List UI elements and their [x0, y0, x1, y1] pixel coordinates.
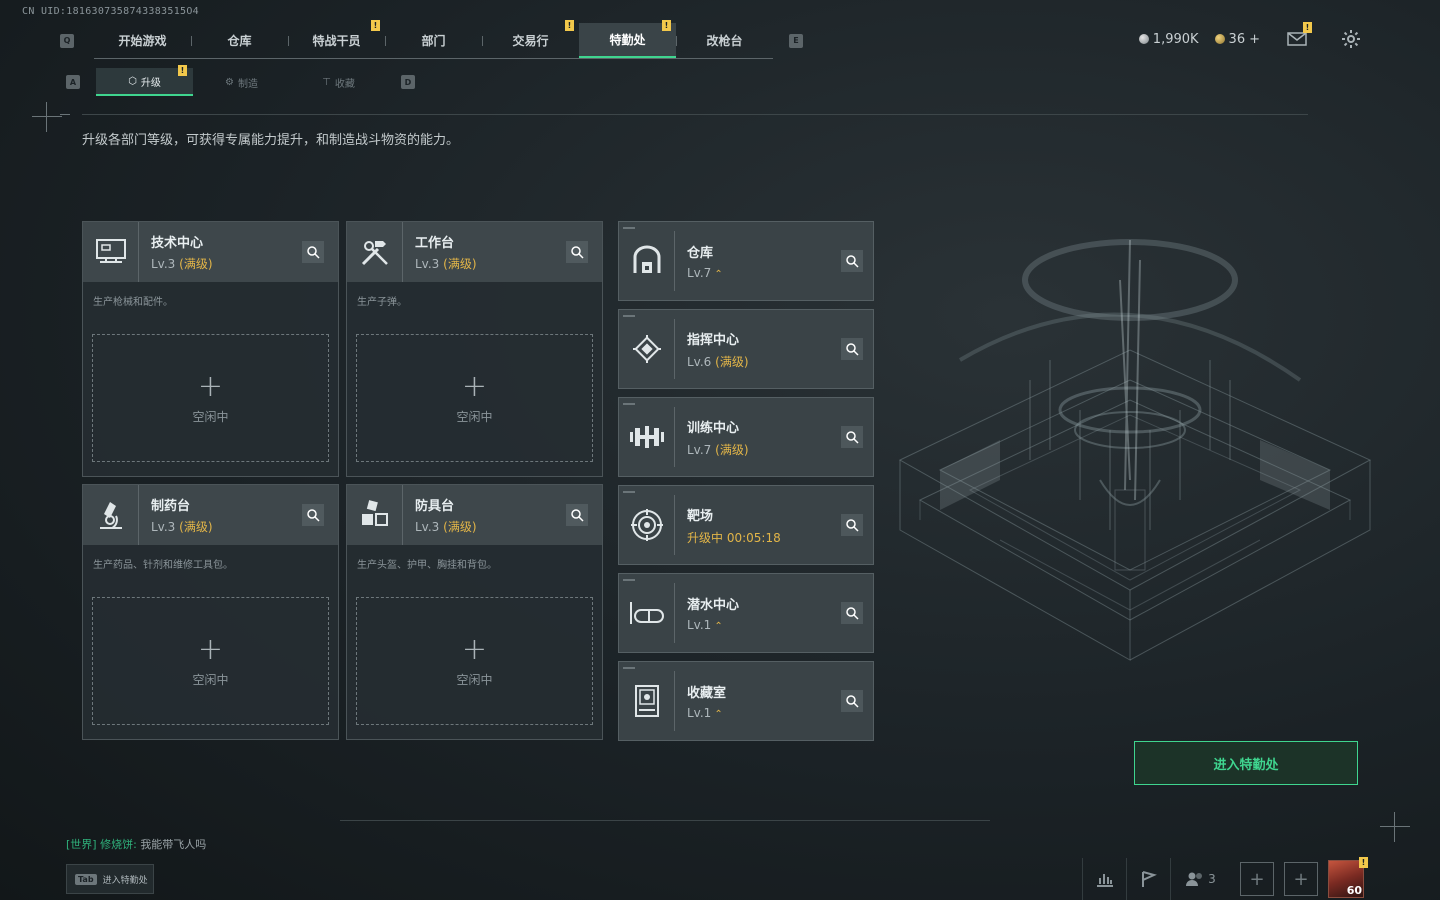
plus-icon: + — [1249, 868, 1265, 890]
empty-slot[interactable]: + 空闲中 — [356, 334, 593, 462]
empty-slot[interactable]: + 空闲中 — [92, 597, 329, 725]
uid-label: CN UID:1816307358743383515O4 — [22, 6, 199, 17]
subnav-prev-key[interactable]: A — [66, 75, 80, 89]
dumbbell-icon — [619, 407, 675, 467]
search-icon[interactable] — [841, 690, 863, 712]
search-icon[interactable] — [841, 338, 863, 360]
search-icon[interactable] — [841, 426, 863, 448]
facility-collection-room[interactable]: 收藏室 Lv.1 ⌃ — [618, 661, 874, 741]
tab-warehouse[interactable]: 仓库 — [191, 23, 288, 58]
microscope-icon — [83, 485, 139, 545]
stats-button[interactable] — [1082, 858, 1126, 900]
subtab-craft[interactable]: ⚙ 制造 — [193, 68, 290, 96]
upgrade-arrow-icon: ⌃ — [714, 621, 723, 632]
diving-icon — [619, 583, 675, 643]
upgrade-icon: ⬡ — [128, 75, 137, 87]
player-avatar[interactable]: ! 60 — [1328, 857, 1368, 898]
plus-icon: + — [197, 368, 224, 404]
nav-next-key[interactable]: E — [789, 33, 803, 48]
empty-slot[interactable]: + 空闲中 — [92, 334, 329, 462]
tab-operators[interactable]: 特战干员! — [288, 19, 385, 58]
flag-icon — [1141, 871, 1157, 887]
subtab-upgrade[interactable]: ⬡ 升级 ! — [96, 65, 193, 96]
friends-button[interactable]: 3 — [1170, 858, 1230, 900]
facility-warehouse[interactable]: 仓库 Lv.7 ⌃ — [618, 221, 874, 301]
gear-icon — [1342, 30, 1360, 48]
sub-nav: A ⬡ 升级 ! ⚙ 制造 ⊤ 收藏 D — [66, 65, 415, 96]
search-icon[interactable] — [841, 250, 863, 272]
facility-command-center[interactable]: 指挥中心 Lv.6 (满级) — [618, 309, 874, 389]
tab-trade[interactable]: 交易行! — [482, 19, 579, 58]
empty-slot[interactable]: + 空闲中 — [356, 597, 593, 725]
base-blueprint-illustration — [898, 239, 1372, 661]
tab-gunsmith[interactable]: 改枪台 — [676, 23, 773, 58]
flag-button[interactable] — [1126, 858, 1170, 900]
bar-chart-icon — [1096, 874, 1113, 887]
command-icon — [619, 319, 675, 379]
tab-special-ops[interactable]: 特勤处! — [579, 19, 676, 58]
search-icon[interactable] — [566, 241, 588, 263]
alert-icon: ! — [178, 65, 187, 76]
add-teammate-button[interactable]: + — [1284, 862, 1318, 896]
search-icon[interactable] — [841, 602, 863, 624]
craft-icon: ⚙ — [225, 76, 234, 88]
card-workbench[interactable]: 工作台 Lv.3 (满级) 生产子弹。 + 空闲中 — [346, 221, 603, 477]
facility-shooting-range[interactable]: 靶场 升级中 00:05:18 — [618, 485, 874, 565]
plus-icon: + — [461, 631, 488, 667]
plus-icon: + — [1293, 868, 1309, 890]
page-description: 升级各部门等级，可获得专属能力提升，和制造战斗物资的能力。 — [82, 133, 460, 148]
computer-icon — [83, 222, 139, 282]
decorative-rule — [340, 820, 990, 824]
collection-icon: ⊤ — [322, 76, 331, 88]
alert-icon: ! — [662, 19, 671, 31]
add-teammate-button[interactable]: + — [1240, 862, 1274, 896]
tab-department[interactable]: 部门 — [385, 23, 482, 58]
card-pharmacy[interactable]: 制药台 Lv.3 (满级) 生产药品、针剂和维修工具包。 + 空闲中 — [82, 484, 339, 740]
world-chat[interactable]: [世界] 修烧饼: 我能带飞人吗 — [66, 836, 206, 852]
alert-icon: ! — [1303, 22, 1312, 33]
mail-button[interactable]: ! — [1286, 22, 1312, 50]
crosshair-decoration — [32, 102, 62, 132]
subnav-next-key[interactable]: D — [401, 75, 415, 89]
plus-icon: + — [197, 631, 224, 667]
search-icon[interactable] — [302, 241, 324, 263]
alert-icon: ! — [1359, 857, 1368, 868]
collection-icon — [619, 671, 675, 731]
alert-icon: ! — [371, 19, 380, 31]
upgrade-arrow-icon: ⌃ — [714, 269, 723, 280]
silver-currency[interactable]: 1,990K — [1138, 32, 1199, 47]
top-right-bar: 1,990K 36 + ! — [1138, 22, 1362, 50]
nav-prev-key[interactable]: Q — [60, 33, 74, 48]
plus-icon: + — [461, 368, 488, 404]
target-icon — [619, 495, 675, 555]
crosshair-decoration — [1380, 812, 1410, 842]
warehouse-icon — [619, 231, 675, 291]
card-armor-bench[interactable]: 防具台 Lv.3 (满级) 生产头盔、护甲、胸挂和背包。 + 空闲中 — [346, 484, 603, 740]
mail-icon — [1287, 32, 1307, 46]
alert-icon: ! — [565, 19, 574, 31]
subtab-collection[interactable]: ⊤ 收藏 — [290, 68, 387, 96]
facility-diving-center[interactable]: 潜水中心 Lv.1 ⌃ — [618, 573, 874, 653]
gold-currency[interactable]: 36 + — [1214, 32, 1260, 47]
friends-icon — [1186, 872, 1203, 886]
tab-hint-button[interactable]: Tab 进入特勤处 — [66, 864, 154, 894]
gold-coin-icon — [1214, 34, 1225, 44]
card-tech-center[interactable]: 技术中心 Lv.3 (满级) 生产枪械和配件。 + 空闲中 — [82, 221, 339, 477]
armor-icon — [347, 485, 403, 545]
search-icon[interactable] — [302, 504, 324, 526]
bottom-bar: 3 + + ! 60 — [1082, 857, 1368, 900]
facility-training-center[interactable]: 训练中心 Lv.7 (满级) — [618, 397, 874, 477]
settings-button[interactable] — [1340, 28, 1362, 50]
top-nav-tabs: 开始游戏 仓库 特战干员! 部门 交易行! 特勤处! 改枪台 — [94, 19, 773, 59]
divider — [60, 114, 1308, 115]
silver-coin-icon — [1138, 34, 1149, 44]
enter-special-ops-button[interactable]: 进入特勤处 — [1134, 741, 1358, 785]
tools-icon — [347, 222, 403, 282]
upgrade-arrow-icon: ⌃ — [714, 709, 723, 720]
search-icon[interactable] — [841, 514, 863, 536]
tab-start-game[interactable]: 开始游戏 — [94, 23, 191, 58]
top-nav: Q 开始游戏 仓库 特战干员! 部门 交易行! 特勤处! 改枪台 E — [60, 19, 803, 59]
search-icon[interactable] — [566, 504, 588, 526]
